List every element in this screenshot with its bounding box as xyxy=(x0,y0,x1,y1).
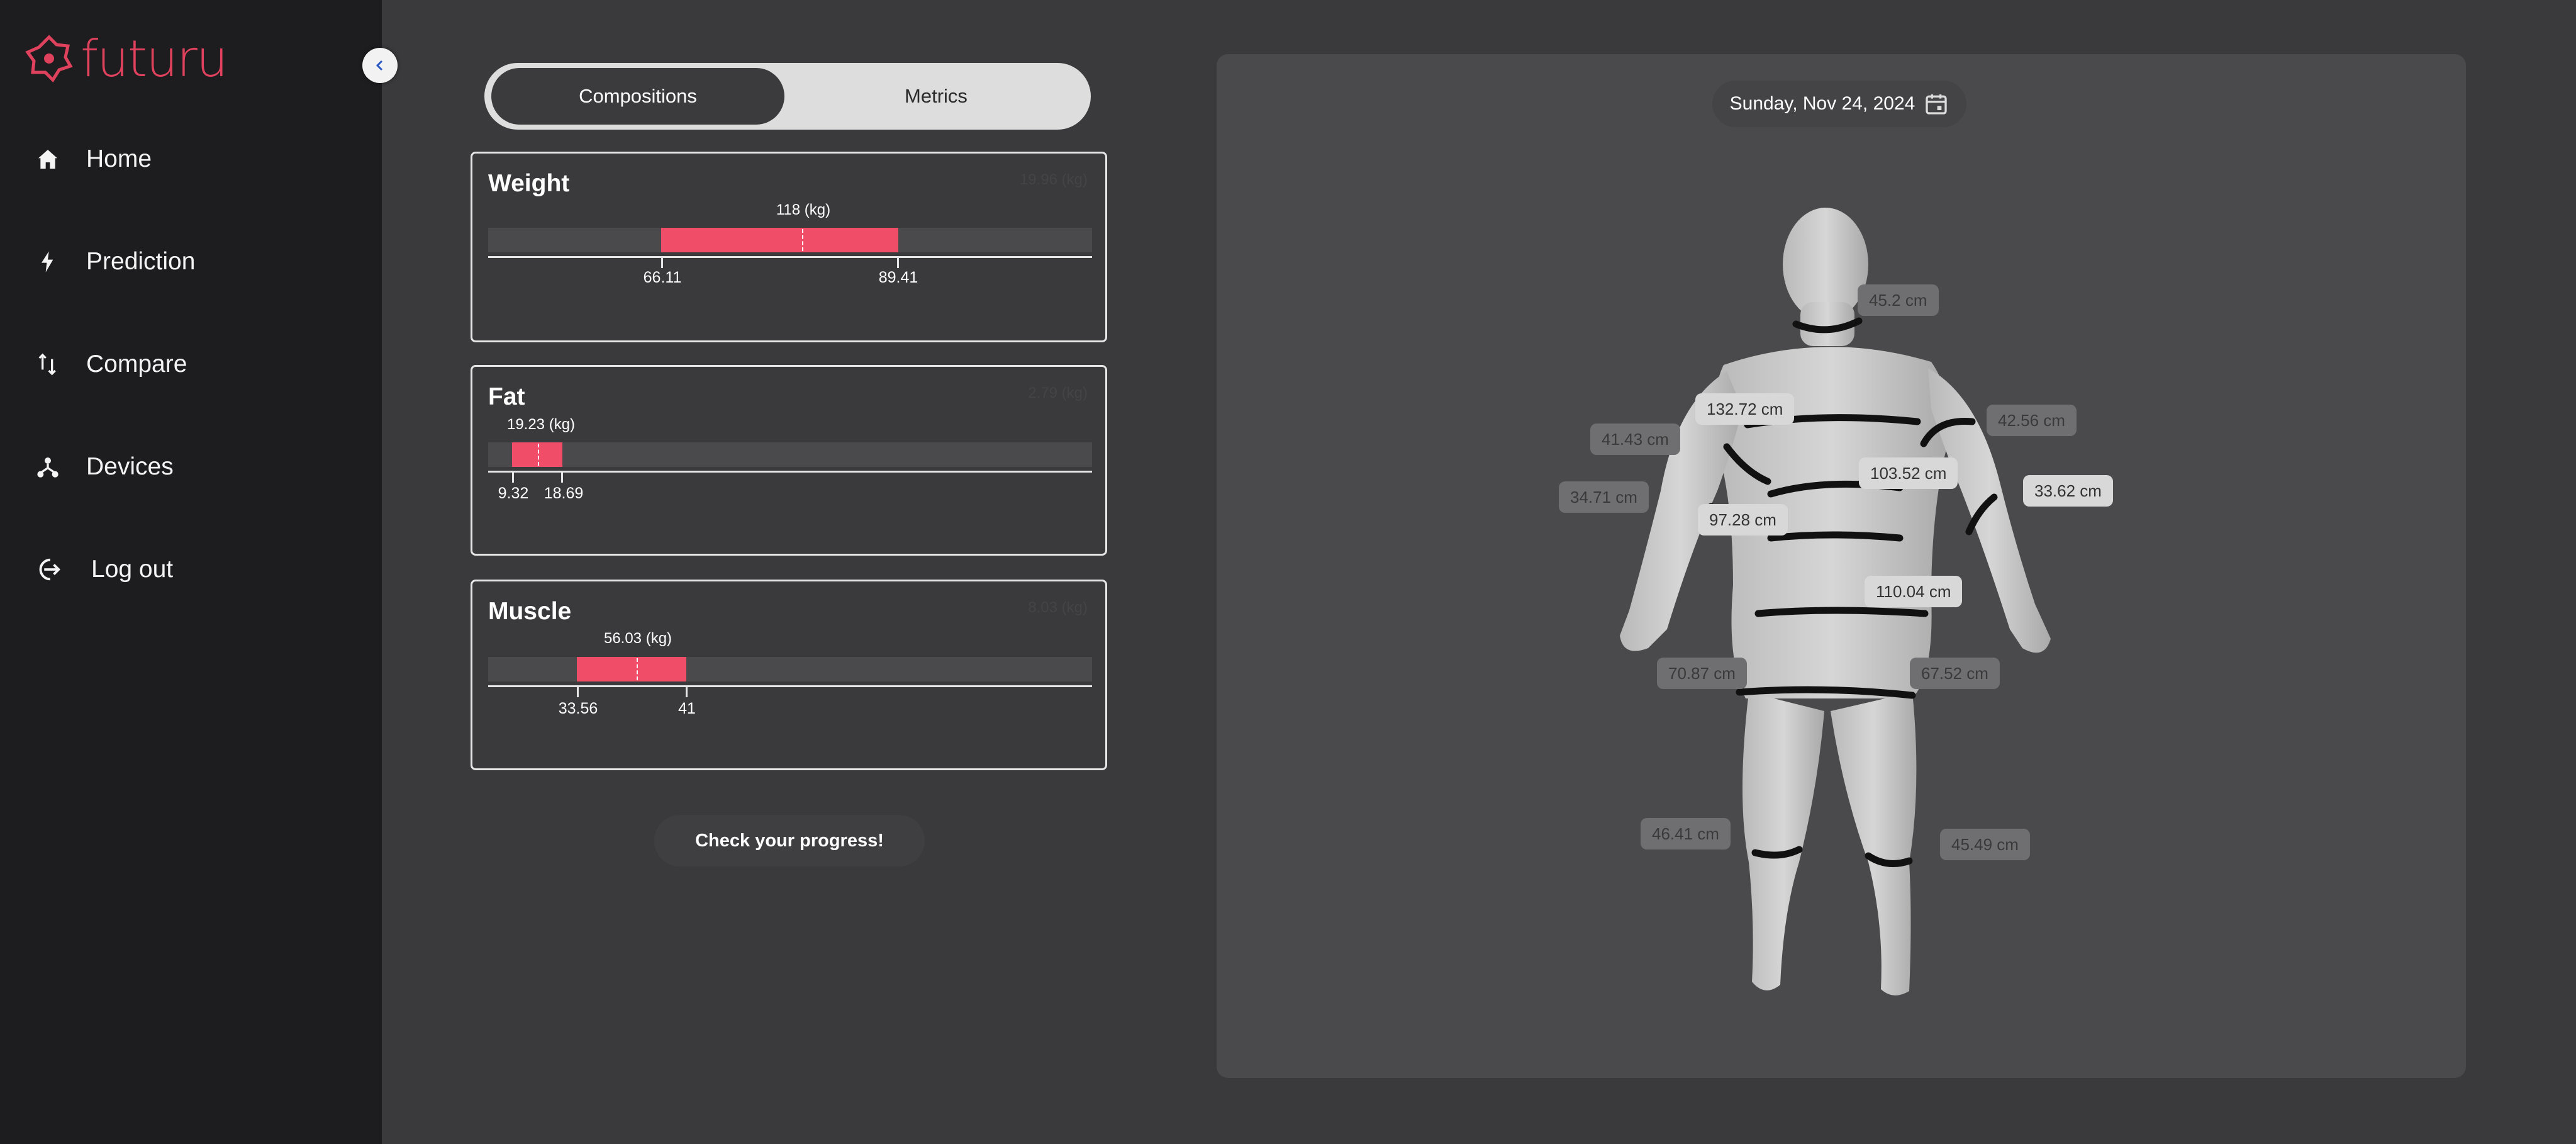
measurement-label-forearm-left[interactable]: 34.71 cm xyxy=(1559,481,1649,513)
card-title: Fat xyxy=(488,383,525,410)
current-value-marker xyxy=(637,658,638,680)
current-value-label: 118 (kg) xyxy=(776,201,831,218)
sidebar-item-prediction[interactable]: Prediction xyxy=(0,227,382,296)
healthy-range-bar xyxy=(577,657,686,681)
calendar-icon xyxy=(1926,94,1947,115)
card-title: Muscle xyxy=(488,598,572,625)
sidebar-item-logout[interactable]: Log out xyxy=(0,535,382,604)
date-picker[interactable]: Sunday, Nov 24, 2024 xyxy=(1712,81,1966,127)
measurement-label-thigh-right[interactable]: 67.52 cm xyxy=(1910,658,2000,689)
check-progress-button[interactable]: Check your progress! xyxy=(654,815,925,866)
max-tick xyxy=(561,473,563,483)
measurement-label-forearm-right[interactable]: 33.62 cm xyxy=(2023,475,2113,507)
network-icon xyxy=(33,452,63,482)
measurement-label-shoulder-left[interactable]: 41.43 cm xyxy=(1590,423,1680,455)
card-corner-value: 8.03 (kg) xyxy=(1028,599,1088,616)
max-tick xyxy=(897,258,899,268)
min-value-label: 9.32 xyxy=(498,485,529,502)
min-value-label: 33.56 xyxy=(558,700,598,717)
range-bar-track xyxy=(488,442,1092,467)
sidebar-item-label: Prediction xyxy=(86,248,196,275)
logout-icon xyxy=(33,554,63,585)
view-tabs: Compositions Metrics xyxy=(484,63,1091,130)
lightning-icon xyxy=(33,247,63,277)
current-value-marker xyxy=(802,229,803,251)
healthy-range-bar xyxy=(661,228,898,252)
sidebar-item-devices[interactable]: Devices xyxy=(0,432,382,502)
min-value-label: 66.11 xyxy=(643,269,682,286)
range-axis xyxy=(488,471,1092,473)
logo-text: futuru xyxy=(81,29,228,88)
range-axis xyxy=(488,256,1092,258)
swap-vertical-icon xyxy=(33,349,63,379)
current-value-label: 19.23 (kg) xyxy=(506,416,576,433)
measurement-label-neck[interactable]: 45.2 cm xyxy=(1858,284,1939,316)
sidebar-item-label: Devices xyxy=(86,453,174,480)
current-value-marker xyxy=(538,444,539,466)
measurement-label-hips[interactable]: 110.04 cm xyxy=(1865,576,1963,607)
max-value-label: 18.69 xyxy=(544,485,584,502)
sidebar: futuru Home Prediction Compare Devices L… xyxy=(0,0,398,1144)
sidebar-item-label: Compare xyxy=(86,350,187,378)
measurement-label-waist[interactable]: 97.28 cm xyxy=(1698,504,1788,536)
sidebar-item-label: Log out xyxy=(91,556,174,583)
sidebar-item-home[interactable]: Home xyxy=(0,125,382,194)
range-bar-track xyxy=(488,228,1092,252)
composition-card-fat: Fat 2.79 (kg) 19.23 (kg) 9.32 18.69 xyxy=(471,365,1107,556)
date-label: Sunday, Nov 24, 2024 xyxy=(1729,93,1915,114)
range-axis xyxy=(488,685,1092,687)
min-tick xyxy=(661,258,663,268)
min-tick xyxy=(512,473,514,483)
range-bar-track xyxy=(488,657,1092,681)
body-3d-model[interactable] xyxy=(1617,195,2095,1001)
collapse-sidebar-button[interactable] xyxy=(362,48,398,83)
measurement-label-chest[interactable]: 132.72 cm xyxy=(1695,393,1795,425)
brand-mark-icon xyxy=(25,35,73,82)
tab-metrics[interactable]: Metrics xyxy=(786,68,1086,125)
measurement-label-thigh-left[interactable]: 70.87 cm xyxy=(1657,658,1747,689)
sidebar-item-label: Home xyxy=(86,145,152,172)
composition-card-muscle: Muscle 8.03 (kg) 56.03 (kg) 33.56 41 xyxy=(471,580,1107,770)
healthy-range-bar xyxy=(512,442,562,467)
measurement-label-calf-left[interactable]: 46.41 cm xyxy=(1641,818,1731,850)
home-icon xyxy=(33,144,63,174)
measurement-label-upper-arm-right[interactable]: 42.56 cm xyxy=(1987,405,2077,436)
tab-compositions[interactable]: Compositions xyxy=(491,68,784,125)
measurement-label-calf-right[interactable]: 45.49 cm xyxy=(1940,829,2030,860)
measurement-label-waist-upper[interactable]: 103.52 cm xyxy=(1859,457,1958,489)
max-value-label: 89.41 xyxy=(878,269,918,286)
max-tick xyxy=(686,687,688,697)
card-corner-value: 19.96 (kg) xyxy=(1019,171,1088,188)
app-logo[interactable]: futuru xyxy=(24,29,228,88)
sidebar-item-compare[interactable]: Compare xyxy=(0,330,382,399)
composition-card-weight: Weight 19.96 (kg) 118 (kg) 66.11 89.41 xyxy=(471,152,1107,342)
chevron-left-icon xyxy=(376,60,383,71)
current-value-label: 56.03 (kg) xyxy=(603,630,672,647)
card-corner-value: 2.79 (kg) xyxy=(1028,384,1088,401)
min-tick xyxy=(577,687,579,697)
max-value-label: 41 xyxy=(678,700,696,717)
card-title: Weight xyxy=(488,170,570,197)
